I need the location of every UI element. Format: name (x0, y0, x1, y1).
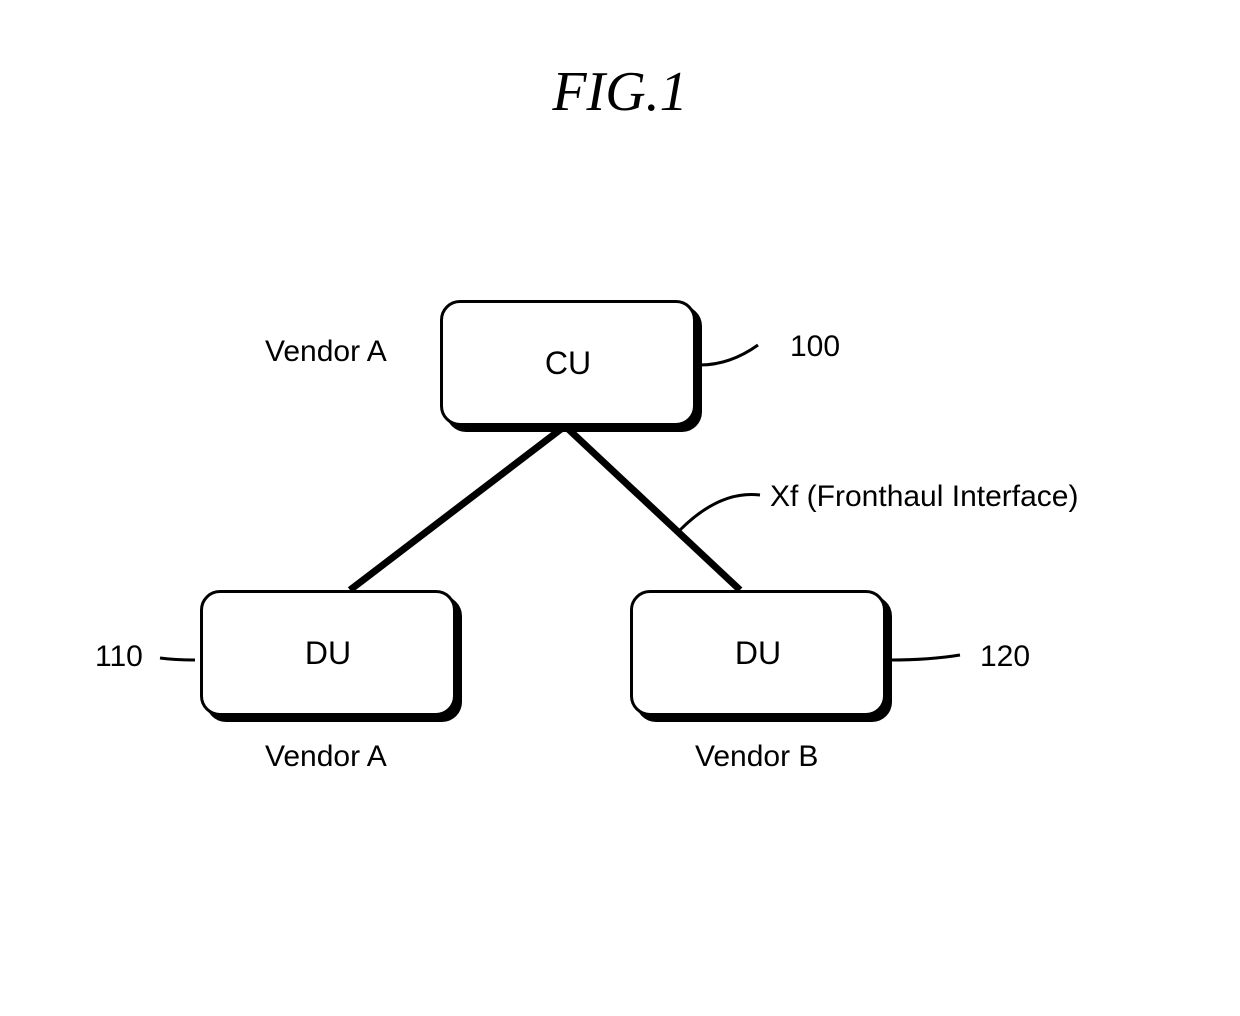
du2-reference-number: 120 (980, 640, 1030, 674)
du1-node: DU (200, 590, 456, 716)
cu-vendor-label: Vendor A (265, 335, 387, 369)
figure-title: FIG.1 (552, 60, 687, 124)
du2-vendor-label: Vendor B (695, 740, 818, 774)
du1-label: DU (305, 635, 351, 672)
cu-reference-number: 100 (790, 330, 840, 364)
du2-label: DU (735, 635, 781, 672)
cu-label: CU (545, 345, 591, 382)
du1-vendor-label: Vendor A (265, 740, 387, 774)
diagram-container: FIG.1 CU DU DU Vendor A Vendor A Vendor … (0, 0, 1240, 1016)
interface-label: Xf (Fronthaul Interface) (770, 480, 1078, 514)
du1-reference-number: 110 (95, 640, 143, 674)
cu-node: CU (440, 300, 696, 426)
du2-node: DU (630, 590, 886, 716)
